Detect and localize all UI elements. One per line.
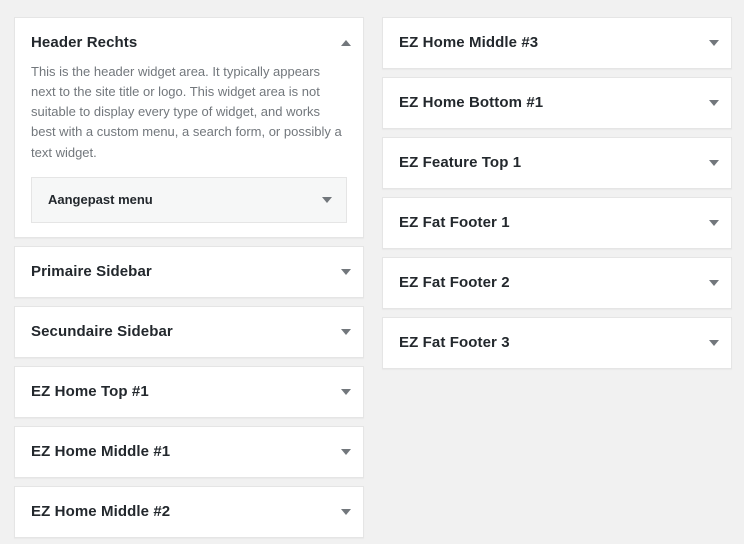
widget-area-title: Header Rechts — [31, 34, 138, 52]
chevron-down-icon[interactable] — [709, 160, 719, 166]
chevron-up-icon[interactable] — [341, 40, 351, 46]
chevron-down-icon[interactable] — [341, 508, 351, 515]
widget-list: Aangepast menu — [31, 176, 347, 223]
widget-area-ez-home-middle-2: EZ Home Middle #2 — [14, 485, 364, 538]
widget-area-header-ez-fat-footer-3[interactable]: EZ Fat Footer 3 — [383, 318, 731, 368]
chevron-down-icon[interactable] — [709, 340, 719, 346]
widget-area-header-ez-home-middle-3[interactable]: EZ Home Middle #3 — [383, 18, 731, 68]
widget-area-title: EZ Home Bottom #1 — [399, 94, 544, 112]
chevron-down-icon[interactable] — [341, 268, 351, 275]
chevron-down-icon[interactable] — [709, 40, 719, 46]
widget-area-header-ez-home-middle-2[interactable]: EZ Home Middle #2 — [15, 487, 363, 537]
chevron-down-icon[interactable] — [709, 100, 719, 106]
widgets-page: Header Rechts This is the header widget a… — [0, 0, 744, 544]
widget-area-title: EZ Fat Footer 3 — [399, 334, 510, 352]
widget-area-secundaire-sidebar: Secundaire Sidebar — [14, 305, 364, 358]
widget-areas-column-right: EZ Home Middle #3 EZ Home Bottom #1 EZ Fea… — [382, 17, 732, 377]
widget-area-title: EZ Home Top #1 — [31, 382, 149, 400]
widget-area-description: This is the header widget area. It typic… — [31, 64, 342, 160]
widget-area-ez-home-middle-3: EZ Home Middle #3 — [382, 17, 732, 69]
widget-area-title: EZ Fat Footer 2 — [399, 274, 510, 292]
widget-area-title: EZ Feature Top 1 — [399, 154, 522, 172]
widget-area-header-ez-home-top-1[interactable]: EZ Home Top #1 — [15, 367, 363, 417]
widget-area-title: EZ Fat Footer 1 — [399, 214, 510, 232]
widget-area-header-rechts: Header Rechts This is the header widget a… — [14, 17, 364, 238]
chevron-down-icon[interactable] — [709, 220, 719, 226]
chevron-down-icon[interactable] — [322, 196, 332, 203]
widget-area-header-ez-home-middle-1[interactable]: EZ Home Middle #1 — [15, 427, 363, 477]
chevron-down-icon[interactable] — [341, 448, 351, 455]
widget-item-title: Aangepast menu — [48, 192, 153, 208]
widget-area-header-ez-fat-footer-2[interactable]: EZ Fat Footer 2 — [383, 258, 731, 308]
widget-area-ez-fat-footer-1: EZ Fat Footer 1 — [382, 197, 732, 249]
chevron-down-icon[interactable] — [341, 388, 351, 395]
widget-area-title: EZ Home Middle #3 — [399, 34, 539, 52]
widget-area-title: Primaire Sidebar — [31, 262, 152, 280]
widget-area-ez-feature-top-1: EZ Feature Top 1 — [382, 137, 732, 189]
widget-area-title: EZ Home Middle #2 — [31, 502, 171, 520]
widget-area-title: Secundaire Sidebar — [31, 322, 173, 340]
widget-area-body: This is the header widget area. It typic… — [15, 62, 363, 237]
widget-area-ez-home-bottom-1: EZ Home Bottom #1 — [382, 77, 732, 129]
widget-area-header-header-rechts[interactable]: Header Rechts — [15, 18, 363, 68]
widget-area-title: EZ Home Middle #1 — [31, 442, 171, 460]
chevron-down-icon[interactable] — [341, 328, 351, 335]
widget-area-ez-home-top-1: EZ Home Top #1 — [14, 365, 364, 418]
widget-area-ez-home-middle-1: EZ Home Middle #1 — [14, 425, 364, 478]
widget-area-ez-fat-footer-2: EZ Fat Footer 2 — [382, 257, 732, 309]
widget-area-header-secundaire-sidebar[interactable]: Secundaire Sidebar — [15, 307, 363, 357]
widget-area-header-ez-home-bottom-1[interactable]: EZ Home Bottom #1 — [383, 78, 731, 128]
widget-item-aangepast-menu[interactable]: Aangepast menu — [32, 178, 346, 222]
widget-area-primaire-sidebar: Primaire Sidebar — [14, 245, 364, 298]
widget-areas-column-left: Header Rechts This is the header widget a… — [14, 17, 364, 544]
widget-area-ez-fat-footer-3: EZ Fat Footer 3 — [382, 317, 732, 369]
chevron-down-icon[interactable] — [709, 280, 719, 286]
widget-area-header-primaire-sidebar[interactable]: Primaire Sidebar — [15, 247, 363, 297]
widget-area-header-ez-feature-top-1[interactable]: EZ Feature Top 1 — [383, 138, 731, 188]
widget-area-header-ez-fat-footer-1[interactable]: EZ Fat Footer 1 — [383, 198, 731, 248]
